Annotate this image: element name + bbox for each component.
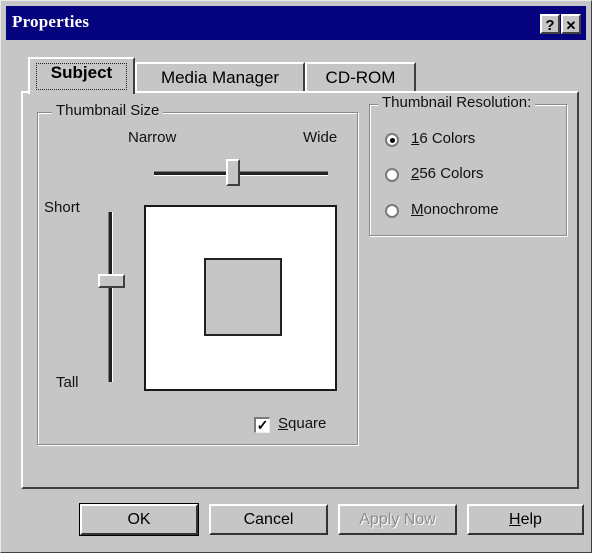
tab-media-manager-label: Media Manager	[160, 68, 280, 87]
width-slider-track[interactable]	[154, 171, 328, 176]
radio-monochrome-accelerator: M	[411, 201, 424, 218]
tab-cd-rom[interactable]: CD-ROM	[305, 62, 416, 92]
help-question-button[interactable]: ?	[540, 14, 560, 34]
focus-rectangle	[36, 63, 127, 90]
square-label-text: quare	[288, 415, 327, 432]
apply-now-button[interactable]: Apply Now	[338, 504, 457, 535]
help-button-accelerator: H	[509, 511, 521, 528]
radio-monochrome-text: onochrome	[423, 201, 499, 218]
thumbnail-size-title: Thumbnail Size	[52, 102, 164, 119]
tab-cd-rom-label: CD-ROM	[325, 68, 396, 87]
radio-selected-dot	[390, 138, 395, 143]
tab-subject[interactable]: Subject	[28, 57, 135, 94]
wide-label: Wide	[303, 129, 338, 146]
width-slider-thumb[interactable]	[226, 159, 240, 186]
thumbnail-resolution-title: Thumbnail Resolution:	[378, 94, 536, 111]
radio-monochrome[interactable]	[385, 204, 399, 218]
height-slider-track[interactable]	[108, 212, 113, 382]
short-label: Short	[44, 199, 80, 216]
help-button-text: elp	[520, 511, 542, 528]
radio-16-colors-text: 6 Colors	[419, 130, 476, 147]
window-title: Properties	[12, 12, 90, 31]
close-button[interactable]: ✕	[561, 14, 581, 34]
height-slider-thumb[interactable]	[98, 274, 125, 289]
thumbnail-preview-frame	[204, 258, 282, 336]
tall-label: Tall	[56, 374, 79, 391]
radio-monochrome-label[interactable]: Monochrome	[411, 201, 499, 218]
narrow-label: Narrow	[128, 129, 177, 146]
square-checkbox[interactable]: ✓	[254, 417, 270, 433]
square-label-accelerator: S	[278, 415, 289, 432]
cancel-button[interactable]: Cancel	[209, 504, 328, 535]
radio-256-colors-label[interactable]: 256 Colors	[411, 165, 484, 182]
properties-dialog: Properties ? ✕ Subject Media Manager CD-…	[0, 0, 592, 553]
square-label[interactable]: Square	[278, 415, 326, 432]
radio-256-colors[interactable]	[385, 168, 399, 182]
title-bar[interactable]: Properties ? ✕	[6, 6, 586, 40]
thumbnail-preview	[144, 205, 337, 391]
ok-button[interactable]: OK	[79, 503, 199, 536]
radio-256-colors-text: 56 Colors	[419, 165, 484, 182]
radio-16-colors-label[interactable]: 16 Colors	[411, 130, 475, 147]
tab-media-manager[interactable]: Media Manager	[135, 62, 305, 92]
radio-16-colors[interactable]	[385, 133, 399, 147]
help-button[interactable]: Help	[467, 504, 584, 535]
